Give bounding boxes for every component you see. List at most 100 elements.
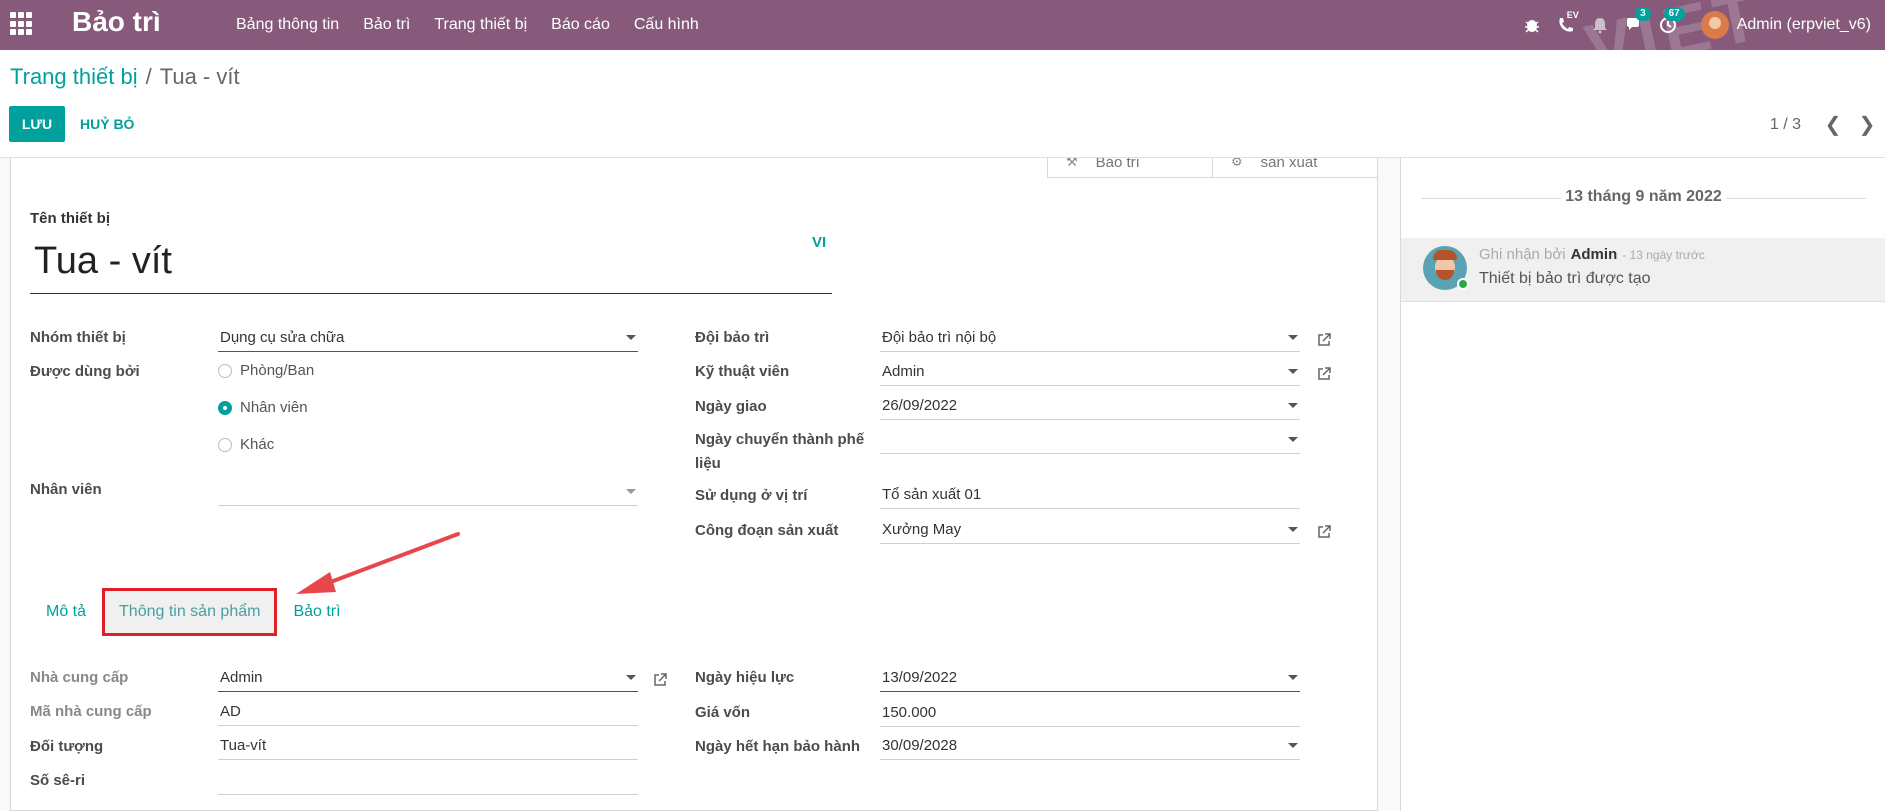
breadcrumb: Trang thiết bị / Tua - vít [10, 64, 240, 90]
chevron-down-icon [626, 675, 636, 680]
radio-employee[interactable]: Nhân viên [218, 399, 308, 416]
chevron-down-icon [1288, 743, 1298, 748]
language-ev-label: EV [1566, 10, 1579, 20]
scrap-date-label: Ngày chuyển thành phế liệu [695, 431, 865, 472]
debug-bug-icon[interactable] [1515, 0, 1549, 50]
message-prefix: Ghi nhận bởi [1479, 246, 1566, 263]
warranty-label: Ngày hết hạn bảo hành [695, 738, 861, 755]
assign-date-label: Ngày giao [695, 398, 767, 415]
wrench-icon: ⚒ [1066, 158, 1078, 169]
radio-circle-icon [218, 437, 232, 452]
save-button[interactable]: LƯU [9, 106, 65, 142]
model-label: Đối tượng [30, 738, 104, 755]
cost-input[interactable]: 150.000 [880, 700, 1300, 727]
radio-circle-icon [218, 363, 232, 378]
user-avatar [1700, 11, 1729, 39]
menu-item-equipment[interactable]: Trang thiết bị [422, 16, 539, 34]
smart-button-box: ⚒ Bảo trì ⚙ sản xuất [1047, 158, 1377, 178]
notebook-tabs: Mô tả Thông tin sản phẩm Bảo trì [30, 588, 357, 636]
vendor-ref-input[interactable]: AD [218, 699, 638, 726]
chevron-down-icon [1288, 675, 1298, 680]
user-menu[interactable]: Admin (erpviet_v6) [1685, 0, 1885, 50]
serial-label: Số sê-ri [30, 772, 86, 789]
warranty-date-input[interactable]: 30/09/2028 [880, 733, 1300, 760]
breadcrumb-separator: / [145, 64, 152, 89]
chevron-down-icon [1288, 369, 1298, 374]
notification-bell-icon[interactable] [1583, 0, 1617, 50]
chevron-down-icon [626, 489, 636, 494]
menu-item-dashboard[interactable]: Bảng thông tin [224, 16, 351, 34]
technician-label: Kỹ thuật viên [695, 363, 790, 380]
serial-input[interactable] [218, 768, 638, 795]
voip-phone-icon[interactable]: EV [1549, 0, 1583, 50]
messages-count-badge: 3 [1635, 7, 1651, 21]
online-status-icon [1457, 278, 1469, 290]
category-label: Nhóm thiết bị [30, 329, 126, 346]
message-body: Thiết bị bảo trì được tạo [1479, 270, 1651, 287]
tab-product-info[interactable]: Thông tin sản phẩm [102, 588, 278, 636]
radio-department[interactable]: Phòng/Ban [218, 362, 314, 379]
team-select[interactable]: Đội bảo trì nội bộ [880, 325, 1300, 352]
pager-value[interactable]: 1 / 3 [1770, 116, 1801, 134]
cogs-icon: ⚙ [1231, 158, 1243, 169]
chevron-down-icon [1288, 403, 1298, 408]
menu-item-configuration[interactable]: Cấu hình [622, 16, 711, 34]
equipment-name-input[interactable]: Tua - vít [30, 240, 832, 294]
chevron-down-icon [1288, 437, 1298, 442]
chatter-message: Ghi nhận bởi Admin - 13 ngày trước Thiết… [1401, 238, 1885, 302]
tab-maintenance[interactable]: Bảo trì [277, 590, 356, 634]
chatter-panel: 13 tháng 9 năm 2022 Ghi nhận bởi Admin -… [1400, 158, 1885, 811]
used-by-label: Được dùng bởi [30, 363, 140, 380]
external-link-icon[interactable] [1316, 332, 1332, 348]
radio-checked-icon [218, 400, 232, 415]
pager-previous-icon[interactable]: ❮ [1821, 110, 1845, 138]
main-menu: Bảng thông tin Bảo trì Trang thiết bị Bá… [224, 0, 711, 50]
team-label: Đội bảo trì [695, 329, 770, 346]
scrap-date-input[interactable] [880, 427, 1300, 454]
external-link-icon[interactable] [1316, 524, 1332, 540]
external-link-icon[interactable] [1316, 366, 1332, 382]
apps-menu-icon[interactable] [10, 12, 34, 36]
chevron-down-icon [626, 335, 636, 340]
employee-select[interactable] [218, 479, 638, 506]
tab-description[interactable]: Mô tả [30, 590, 102, 634]
app-brand[interactable]: Bảo trì [72, 6, 161, 38]
systray: EV 3 67 Admin (erpviet_v6) [1515, 0, 1885, 50]
workcenter-label: Công đoạn sản xuất [695, 522, 839, 539]
radio-other[interactable]: Khác [218, 436, 274, 453]
production-smart-button[interactable]: ⚙ sản xuất [1212, 158, 1377, 178]
vendor-ref-label: Mã nhà cung cấp [30, 703, 152, 720]
message-author[interactable]: Admin [1571, 246, 1618, 263]
menu-item-maintenance[interactable]: Bảo trì [351, 16, 422, 34]
chevron-down-icon [1288, 527, 1298, 532]
assign-date-input[interactable]: 26/09/2022 [880, 393, 1300, 420]
technician-select[interactable]: Admin [880, 359, 1300, 386]
user-name: Admin (erpviet_v6) [1736, 16, 1871, 33]
vendor-select[interactable]: Admin [218, 665, 638, 692]
activities-count-badge: 67 [1663, 7, 1685, 21]
category-select[interactable]: Dụng cụ sửa chữa [218, 325, 638, 352]
menu-item-reports[interactable]: Báo cáo [539, 16, 622, 34]
effective-date-input[interactable]: 13/09/2022 [880, 665, 1300, 692]
top-navbar: Bảo trì Bảng thông tin Bảo trì Trang thi… [0, 0, 1885, 50]
location-label: Sử dụng ở vị trí [695, 487, 808, 504]
translation-language-button[interactable]: VI [812, 234, 826, 251]
model-input[interactable]: Tua-vít [218, 733, 638, 760]
employee-label: Nhân viên [30, 481, 102, 498]
chatter-date-separator: 13 tháng 9 năm 2022 [1401, 188, 1885, 206]
pager-next-icon[interactable]: ❯ [1855, 110, 1879, 138]
workcenter-select[interactable]: Xưởng May [880, 517, 1300, 544]
discard-button[interactable]: HUỶ BỎ [80, 106, 134, 142]
chevron-down-icon [1288, 335, 1298, 340]
maintenance-smart-button[interactable]: ⚒ Bảo trì [1047, 158, 1212, 178]
vendor-label: Nhà cung cấp [30, 669, 129, 686]
effective-date-label: Ngày hiệu lực [695, 669, 795, 686]
cost-label: Giá vốn [695, 704, 751, 721]
location-input[interactable]: Tổ sản xuất 01 [880, 482, 1300, 509]
message-header: Ghi nhận bởi Admin - 13 ngày trước [1479, 246, 1705, 263]
breadcrumb-parent-link[interactable]: Trang thiết bị [10, 64, 138, 90]
breadcrumb-current: Tua - vít [159, 64, 240, 89]
messaging-chat-icon[interactable]: 3 [1617, 0, 1651, 50]
activity-clock-icon[interactable]: 67 [1651, 0, 1685, 50]
external-link-icon[interactable] [652, 672, 668, 688]
